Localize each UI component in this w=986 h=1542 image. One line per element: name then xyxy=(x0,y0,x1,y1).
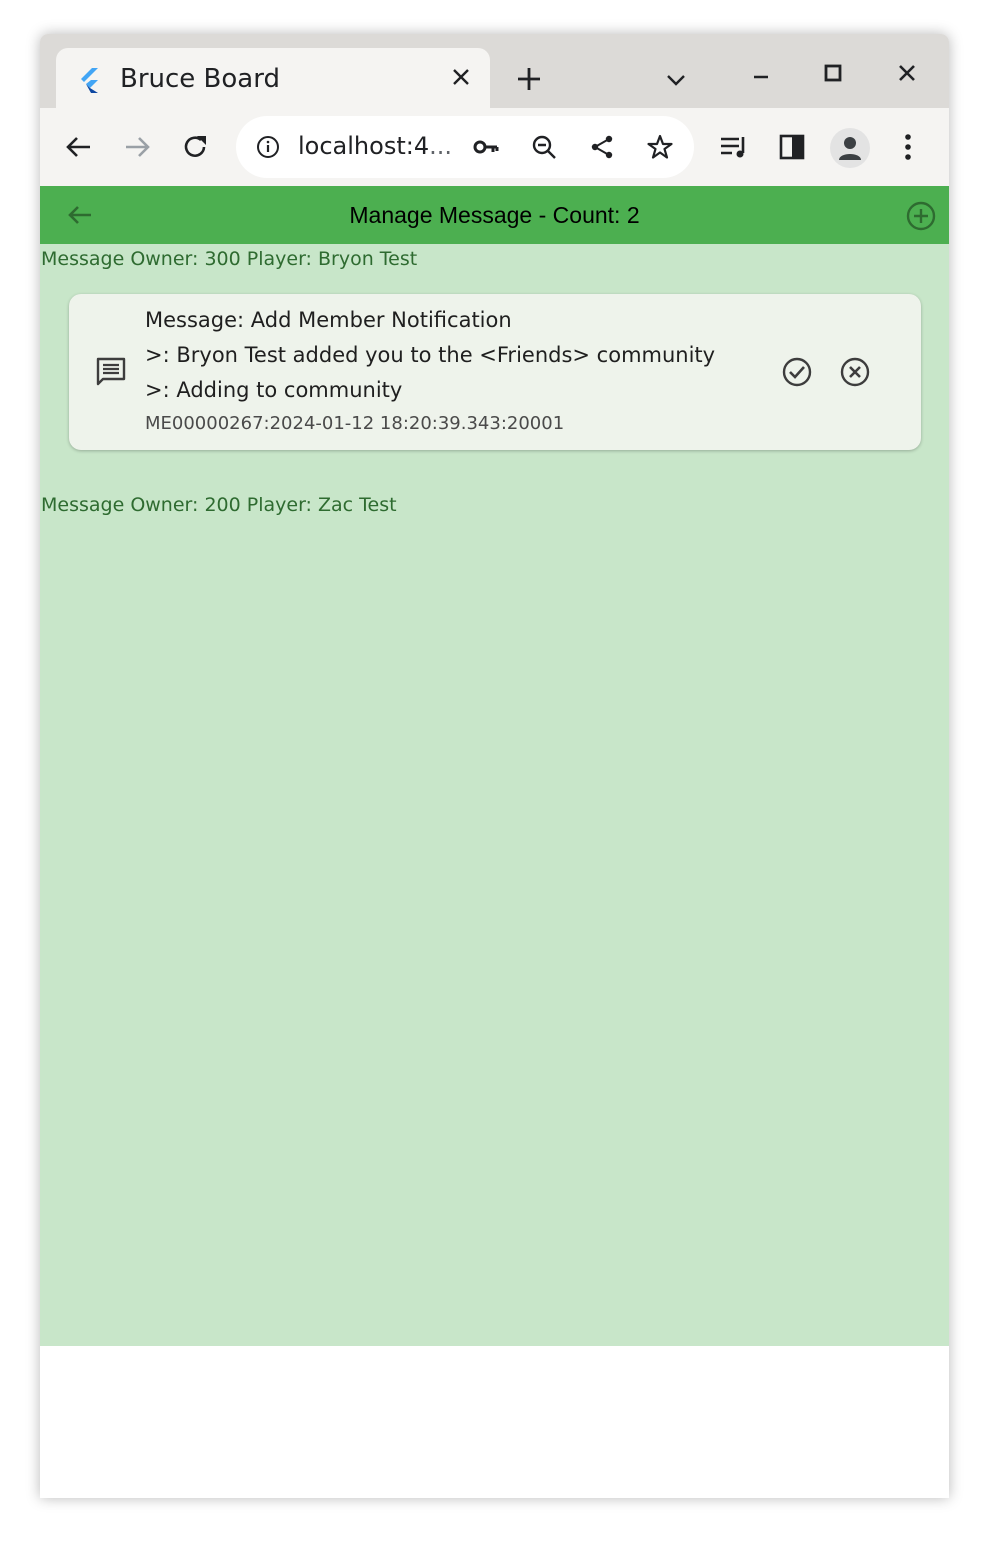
kebab-menu-icon[interactable] xyxy=(893,132,923,162)
app-body: Manage Message - Count: 2 Message Owner:… xyxy=(40,186,949,1346)
browser-window: Bruce Board localhost:4... Manage Messag… xyxy=(40,34,949,1498)
browser-toolbar: localhost:4... xyxy=(40,108,949,186)
cancel-circle-icon[interactable] xyxy=(839,356,871,388)
check-circle-icon[interactable] xyxy=(781,356,813,388)
message-owner-label: Message Owner: 200 Player: Zac Test xyxy=(41,494,397,516)
url-host: localhost:4 xyxy=(298,132,430,160)
message-id: ME00000267:2024-01-12 18:20:39.343:20001 xyxy=(145,413,565,434)
url-text[interactable]: localhost:4... xyxy=(298,132,456,160)
forward-arrow-icon[interactable] xyxy=(122,132,152,162)
add-circle-icon[interactable] xyxy=(905,200,937,232)
chevron-down-icon[interactable] xyxy=(664,68,688,92)
url-ellipsis: ... xyxy=(429,132,452,160)
share-icon[interactable] xyxy=(588,133,616,161)
back-arrow-icon[interactable] xyxy=(64,132,94,162)
address-bar[interactable]: localhost:4... xyxy=(236,116,694,178)
close-icon[interactable] xyxy=(450,66,472,88)
side-panel-icon[interactable] xyxy=(777,132,807,162)
flutter-favicon-icon xyxy=(81,68,98,93)
reload-icon[interactable] xyxy=(180,132,210,162)
close-icon[interactable] xyxy=(896,62,918,84)
media-queue-icon[interactable] xyxy=(718,131,750,163)
key-icon[interactable] xyxy=(472,133,500,161)
star-icon[interactable] xyxy=(646,133,674,161)
message-card[interactable]: Message: Add Member Notification >: Bryo… xyxy=(69,294,921,450)
plus-icon[interactable] xyxy=(514,64,544,94)
minimize-icon[interactable] xyxy=(750,64,772,86)
message-body: >: Bryon Test added you to the <Friends>… xyxy=(145,343,716,367)
info-icon[interactable] xyxy=(256,135,280,159)
page-title: Manage Message - Count: 2 xyxy=(349,202,640,228)
tab-strip: Bruce Board xyxy=(40,34,949,108)
profile-icon xyxy=(839,137,861,160)
zoom-out-icon[interactable] xyxy=(530,133,558,161)
tab-title: Bruce Board xyxy=(120,64,280,94)
maximize-icon[interactable] xyxy=(822,62,844,84)
profile-avatar[interactable] xyxy=(830,128,870,168)
message-owner-label: Message Owner: 300 Player: Bryon Test xyxy=(41,248,418,270)
message-icon xyxy=(96,357,126,386)
message-detail: >: Adding to community xyxy=(145,378,403,402)
browser-tab[interactable]: Bruce Board xyxy=(56,48,490,108)
message-title: Message: Add Member Notification xyxy=(145,308,512,332)
app-bar: Manage Message - Count: 2 xyxy=(40,186,949,244)
